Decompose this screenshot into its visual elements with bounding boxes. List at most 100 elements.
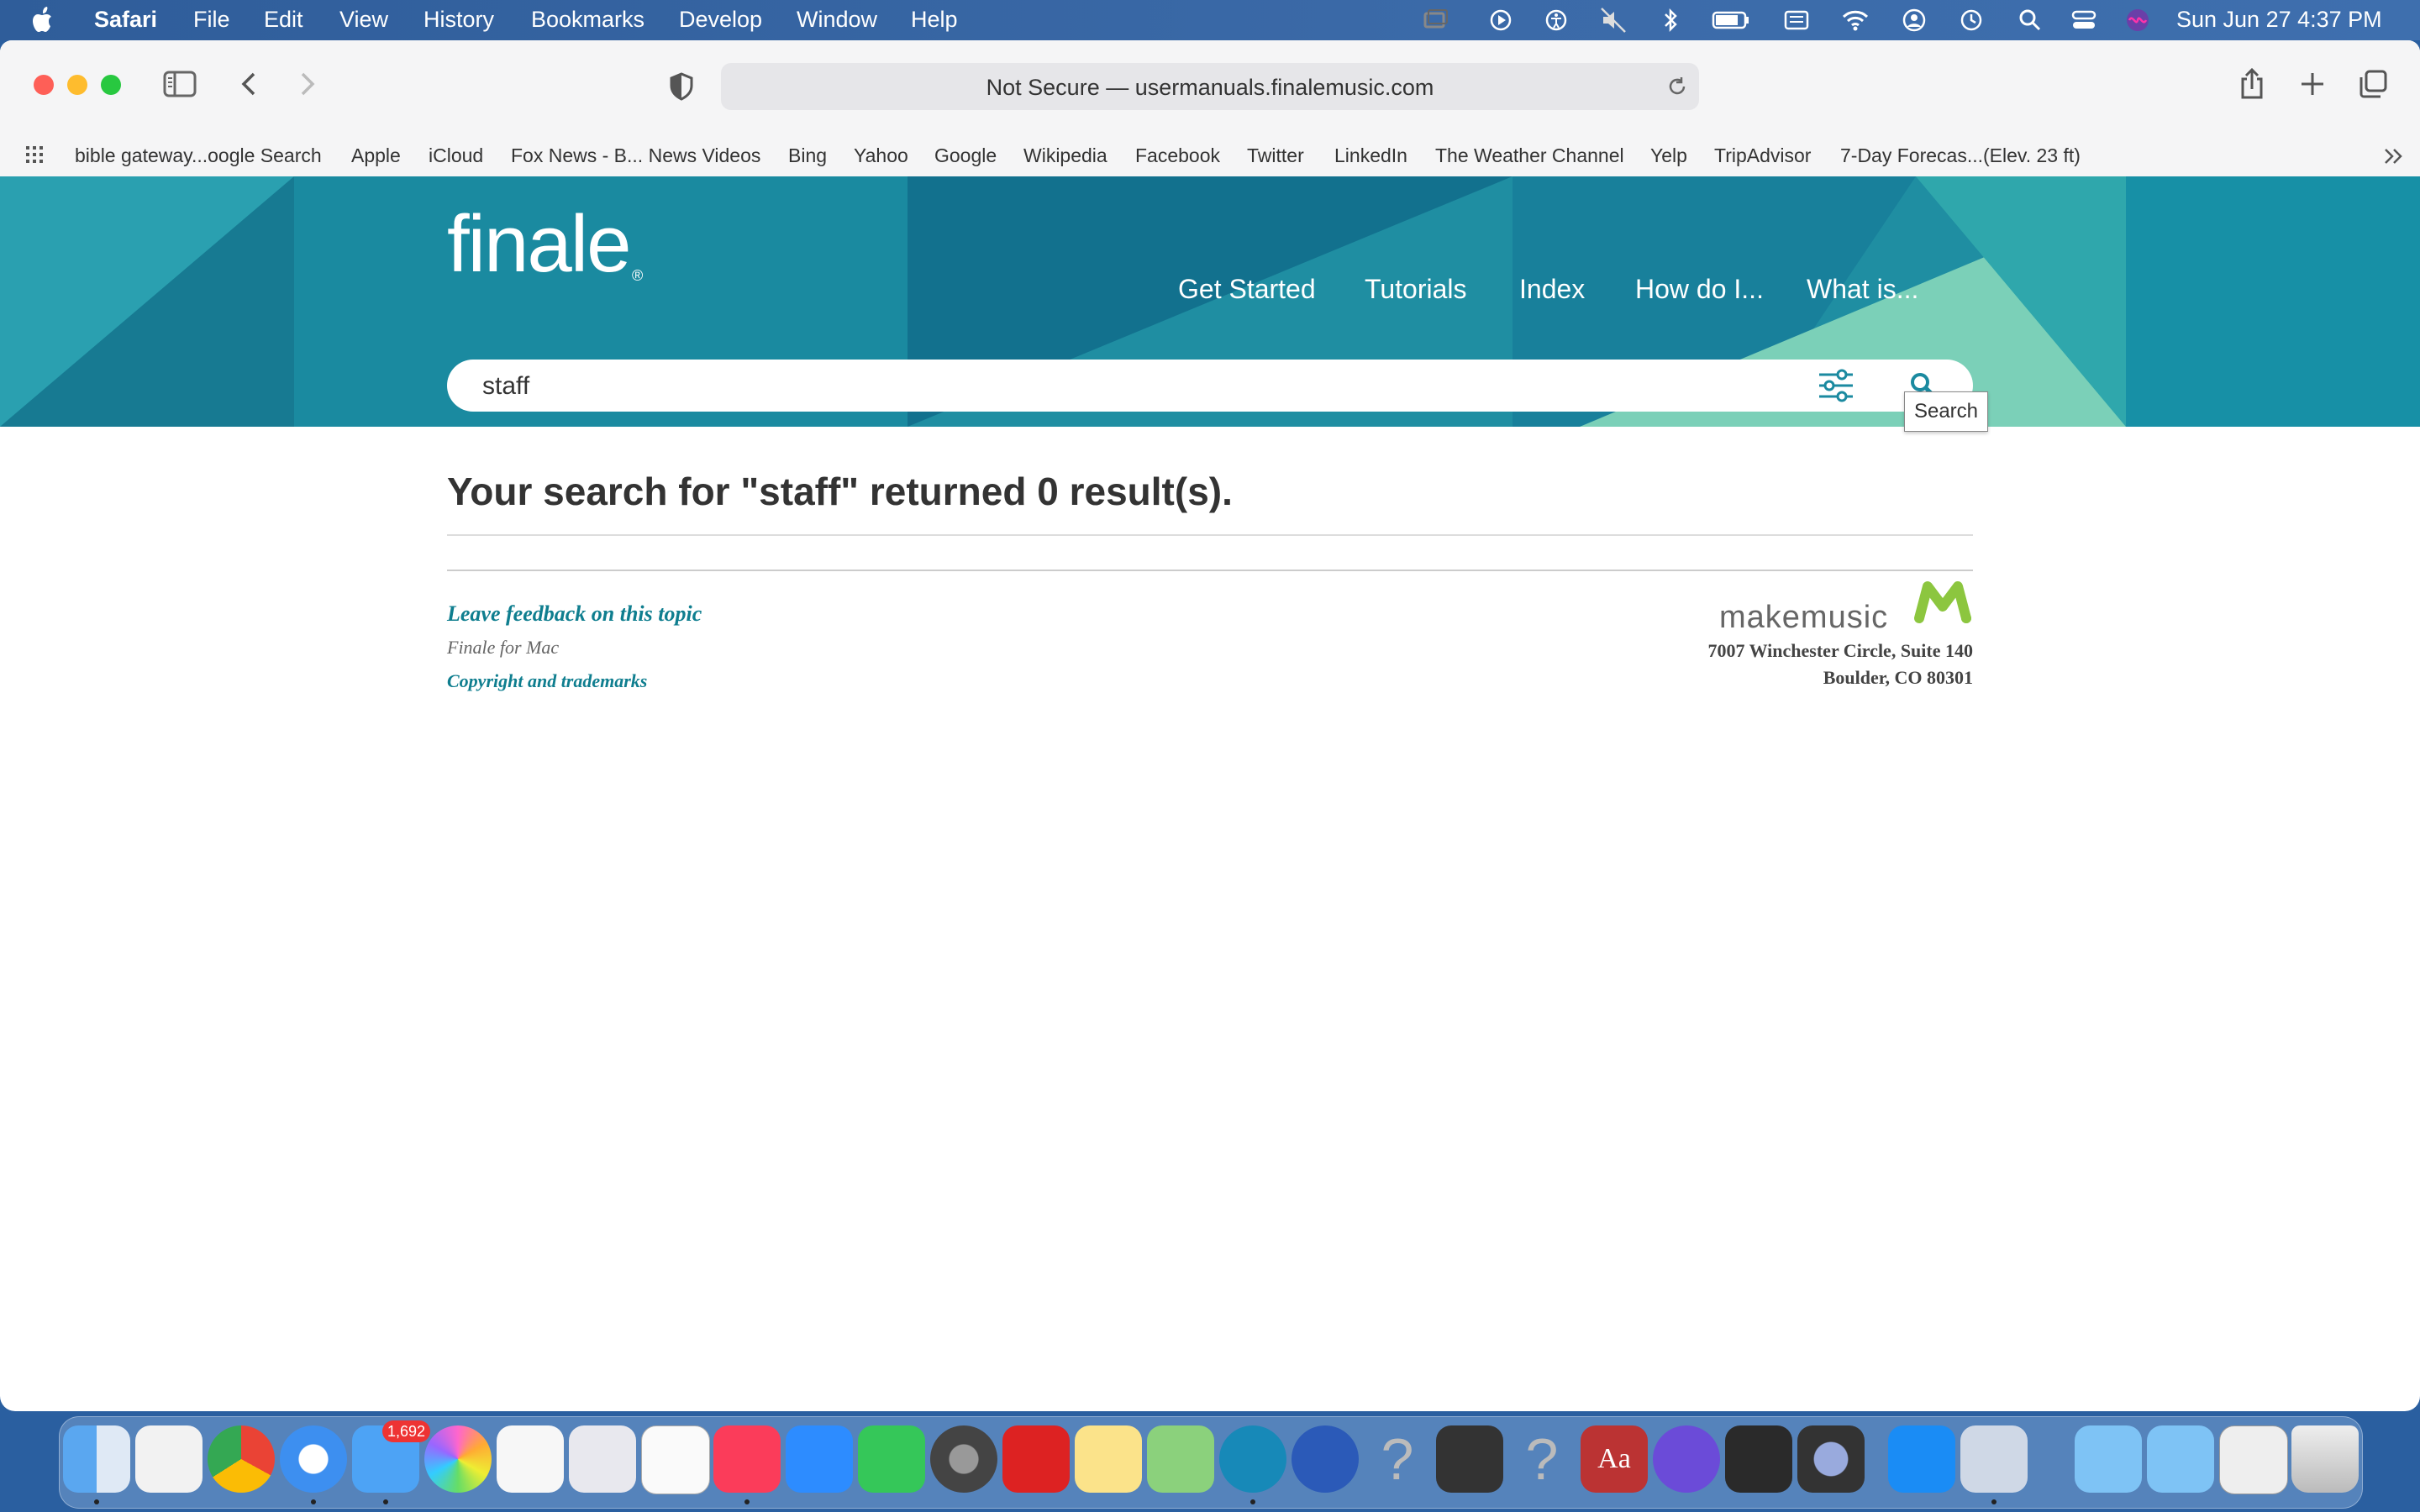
nav-tutorials[interactable]: Tutorials	[1365, 274, 1467, 305]
nav-what-is[interactable]: What is...	[1807, 274, 1918, 305]
makemusic-logo[interactable]: makemusic	[1719, 578, 1973, 679]
address-line-1: 7007 Winchester Circle, Suite 140	[1707, 640, 1973, 661]
music-icon[interactable]	[713, 1425, 781, 1493]
bookmark-bing[interactable]: Bing	[788, 144, 827, 167]
running-indicator	[1991, 1499, 1996, 1504]
rocket-typist-icon[interactable]	[1292, 1425, 1359, 1493]
address-line-2: Boulder, CO 80301	[1823, 667, 1973, 688]
running-indicator	[1250, 1499, 1255, 1504]
address-bar[interactable]: Not Secure — usermanuals.finalemusic.com	[721, 63, 1699, 110]
nav-get-started[interactable]: Get Started	[1178, 274, 1316, 305]
document-icon[interactable]	[641, 1425, 710, 1494]
nav-index[interactable]: Index	[1519, 274, 1585, 305]
bookmark-linkedin[interactable]: LinkedIn	[1334, 144, 1407, 167]
nav-how-do-i[interactable]: How do I...	[1635, 274, 1764, 305]
safari-icon[interactable]	[280, 1425, 347, 1493]
siri-icon[interactable]	[2123, 5, 2153, 35]
help-icon-2[interactable]: ?	[1508, 1425, 1576, 1493]
user-icon[interactable]	[1899, 5, 1929, 35]
bookmark-yahoo[interactable]: Yahoo	[854, 144, 908, 167]
notes-icon[interactable]	[1075, 1425, 1142, 1493]
back-arrow-icon[interactable]	[237, 71, 260, 97]
bluetooth-icon[interactable]	[1655, 5, 1686, 35]
share-icon[interactable]	[2238, 67, 2265, 101]
messages-icon[interactable]	[858, 1425, 925, 1493]
menu-file[interactable]: File	[193, 7, 230, 33]
pages-icon[interactable]	[497, 1425, 564, 1493]
minimize-window-button[interactable]	[67, 75, 87, 95]
menu-view[interactable]: View	[339, 7, 388, 33]
filter-sliders-icon[interactable]	[1817, 366, 1855, 405]
control-center-icon[interactable]	[2069, 5, 2099, 35]
app-store-icon[interactable]	[1888, 1425, 1955, 1493]
zoom-icon[interactable]	[786, 1425, 853, 1493]
menu-bookmarks[interactable]: Bookmarks	[531, 7, 644, 33]
time-machine-icon[interactable]	[1956, 5, 1986, 35]
reload-icon[interactable]	[1665, 75, 1689, 98]
quicktime-icon[interactable]	[1797, 1425, 1865, 1493]
apple-icon[interactable]	[30, 5, 57, 35]
bookmarks-bar: bible gateway...oogle Search Apple iClou…	[0, 134, 2420, 177]
menu-develop[interactable]: Develop	[679, 7, 762, 33]
menu-window[interactable]: Window	[797, 7, 877, 33]
documents-folder-icon[interactable]	[2147, 1425, 2214, 1493]
spotlight-icon[interactable]	[2015, 5, 2045, 35]
mute-icon[interactable]	[1598, 5, 1628, 35]
wifi-icon[interactable]	[1840, 5, 1870, 35]
bookmark-facebook[interactable]: Facebook	[1135, 144, 1220, 167]
trash-icon[interactable]	[2291, 1425, 2359, 1493]
launchpad-icon[interactable]	[569, 1425, 636, 1493]
bookmark-bible-gateway[interactable]: bible gateway...oogle Search	[75, 144, 322, 167]
grid-icon[interactable]	[25, 144, 49, 165]
menu-history[interactable]: History	[424, 7, 494, 33]
bookmark-twitter[interactable]: Twitter	[1247, 144, 1304, 167]
dictionary-icon[interactable]: Aa	[1581, 1425, 1648, 1493]
bookmark-google[interactable]: Google	[934, 144, 997, 167]
preview-icon[interactable]	[1960, 1425, 2028, 1493]
new-tab-icon[interactable]	[2299, 71, 2326, 97]
bookmark-icloud[interactable]: iCloud	[429, 144, 483, 167]
mail-badge: 1,692	[382, 1420, 431, 1442]
bookmark-tripadvisor[interactable]: TripAdvisor	[1714, 144, 1811, 167]
help-icon[interactable]: ?	[1364, 1425, 1431, 1493]
play-icon[interactable]	[1486, 5, 1516, 35]
downloads-icon[interactable]	[2219, 1425, 2288, 1494]
sidebar-toggle-icon[interactable]	[163, 71, 197, 97]
keyboard-icon[interactable]	[1781, 5, 1812, 35]
textedit-icon[interactable]	[135, 1425, 203, 1493]
system-preferences-icon[interactable]	[930, 1425, 997, 1493]
bookmark-wikipedia[interactable]: Wikipedia	[1023, 144, 1107, 167]
screen-mirror-icon[interactable]	[1420, 5, 1450, 35]
menu-clock[interactable]: Sun Jun 27 4:37 PM	[2176, 7, 2382, 33]
bookmark-weather-channel[interactable]: The Weather Channel	[1435, 144, 1624, 167]
feedback-link[interactable]: Leave feedback on this topic	[447, 601, 702, 627]
more-bookmarks-icon[interactable]	[2383, 146, 2405, 166]
finale-icon[interactable]	[1219, 1425, 1286, 1493]
bookmark-fox-news[interactable]: Fox News - B... News Videos	[511, 144, 760, 167]
zoom-window-button[interactable]	[101, 75, 121, 95]
bookmark-yelp[interactable]: Yelp	[1650, 144, 1687, 167]
photos-icon[interactable]	[424, 1425, 492, 1493]
printer-icon[interactable]	[1436, 1425, 1503, 1493]
finder-icon[interactable]	[63, 1425, 130, 1493]
menu-edit[interactable]: Edit	[264, 7, 303, 33]
privacy-shield-icon[interactable]	[669, 72, 694, 101]
copyright-link[interactable]: Copyright and trademarks	[447, 670, 647, 692]
garageband-icon[interactable]	[1725, 1425, 1792, 1493]
maps-icon[interactable]	[1147, 1425, 1214, 1493]
applications-folder-icon[interactable]	[2075, 1425, 2142, 1493]
tab-overview-icon[interactable]	[2358, 69, 2388, 99]
photo-booth-icon[interactable]	[1002, 1425, 1070, 1493]
bookmark-7day-forecast[interactable]: 7-Day Forecas...(Elev. 23 ft)	[1840, 144, 2081, 167]
finale-logo[interactable]: finale	[447, 198, 631, 291]
search-input[interactable]	[481, 366, 1828, 407]
menu-app-name[interactable]: Safari	[94, 7, 157, 33]
imovie-icon[interactable]	[1653, 1425, 1720, 1493]
close-window-button[interactable]	[34, 75, 54, 95]
menu-help[interactable]: Help	[911, 7, 958, 33]
chrome-icon[interactable]	[208, 1425, 275, 1493]
accessibility-icon[interactable]	[1541, 5, 1571, 35]
forward-arrow-icon[interactable]	[296, 71, 319, 97]
bookmark-apple[interactable]: Apple	[351, 144, 401, 167]
battery-icon[interactable]	[1711, 5, 1751, 35]
